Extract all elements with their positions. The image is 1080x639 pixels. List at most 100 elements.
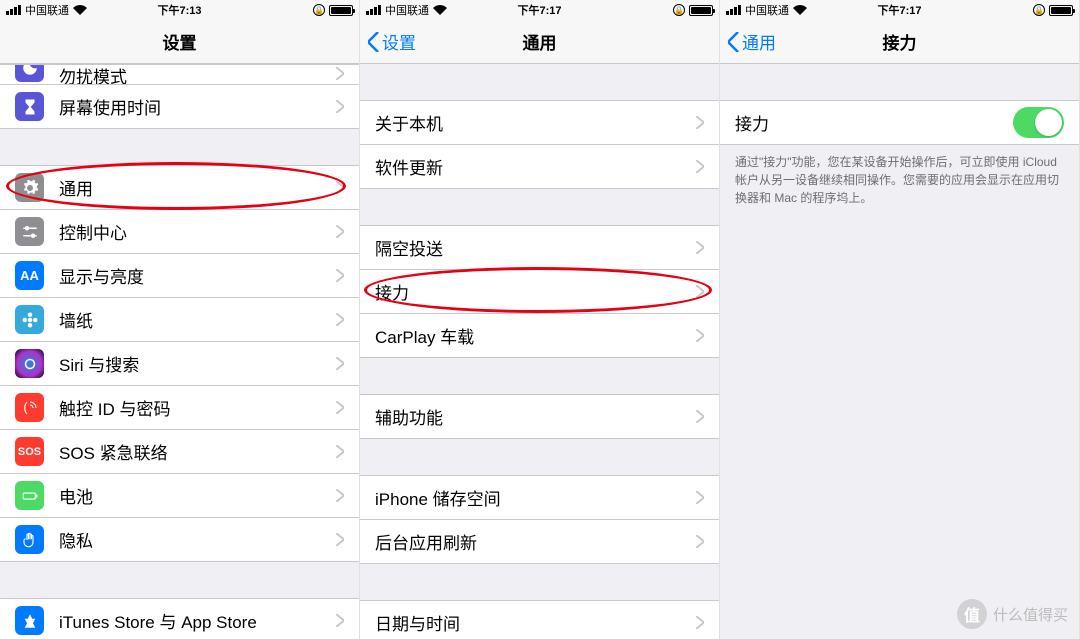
row-label: 日期与时间 [375, 610, 696, 635]
chevron-right-icon [696, 616, 704, 629]
chevron-left-icon [368, 32, 380, 52]
chevron-right-icon [336, 67, 344, 80]
row-label: 关于本机 [375, 110, 696, 135]
status-time: 下午7:17 [360, 2, 719, 18]
settings-row-touchid[interactable]: 触控 ID 与密码 [0, 386, 359, 430]
status-bar: 中国联通 下午7:17 🔒 [720, 0, 1079, 20]
flower-icon [21, 311, 39, 329]
settings-row-display[interactable]: AA 显示与亮度 [0, 254, 359, 298]
chevron-right-icon [336, 445, 344, 458]
row-label: 辅助功能 [375, 404, 696, 429]
row-label: 显示与亮度 [59, 263, 336, 288]
row-label: 触控 ID 与密码 [59, 395, 336, 420]
battery-icon [689, 5, 713, 16]
settings-row-appstore[interactable]: iTunes Store 与 App Store [0, 599, 359, 639]
row-label: 接力 [375, 279, 696, 304]
chevron-left-icon [728, 32, 740, 52]
settings-row-wallpaper[interactable]: 墙纸 [0, 298, 359, 342]
row-label: 接力 [735, 110, 1013, 135]
chevron-right-icon [336, 181, 344, 194]
status-time: 下午7:13 [0, 2, 359, 18]
chevron-right-icon [336, 269, 344, 282]
settings-row-control-center[interactable]: 控制中心 [0, 210, 359, 254]
battery-icon [21, 487, 39, 505]
watermark: 值 什么值得买 [957, 599, 1068, 629]
back-label: 设置 [382, 29, 416, 54]
row-label: 后台应用刷新 [375, 529, 696, 554]
chevron-right-icon [336, 225, 344, 238]
aa-icon: AA [15, 261, 44, 290]
settings-row-sos[interactable]: SOS SOS 紧急联络 [0, 430, 359, 474]
chevron-right-icon [696, 160, 704, 173]
chevron-right-icon [696, 285, 704, 298]
handoff-toggle-row[interactable]: 接力 [720, 101, 1079, 145]
battery-icon [1049, 5, 1073, 16]
row-label: 隔空投送 [375, 235, 696, 260]
row-label: CarPlay 车载 [375, 323, 696, 348]
chevron-right-icon [696, 116, 704, 129]
status-bar: 中国联通 下午7:17 🔒 [360, 0, 719, 20]
row-label: 隐私 [59, 527, 336, 552]
gear-icon [21, 179, 39, 197]
sos-icon: SOS [15, 437, 44, 466]
row-label: iTunes Store 与 App Store [59, 608, 336, 633]
general-row-about[interactable]: 关于本机 [360, 101, 719, 145]
row-label: 控制中心 [59, 219, 336, 244]
general-row-handoff[interactable]: 接力 [360, 270, 719, 314]
general-row-carplay[interactable]: CarPlay 车载 [360, 314, 719, 358]
general-row-software-update[interactable]: 软件更新 [360, 145, 719, 189]
settings-row-screentime[interactable]: 屏幕使用时间 [0, 85, 359, 129]
status-bar: 中国联通 下午7:13 🔒 [0, 0, 359, 20]
siri-icon [21, 355, 39, 373]
chevron-right-icon [696, 491, 704, 504]
row-label: iPhone 储存空间 [375, 485, 696, 510]
chevron-right-icon [696, 535, 704, 548]
moon-icon [21, 65, 39, 77]
settings-row-general[interactable]: 通用 [0, 166, 359, 210]
row-label: 墙纸 [59, 307, 336, 332]
fingerprint-icon [21, 399, 39, 417]
handoff-content: 接力 通过"接力"功能，您在某设备开始操作后，可立即使用 iCloud 帐户从另… [720, 64, 1079, 639]
back-label: 通用 [742, 29, 776, 54]
settings-row-battery[interactable]: 电池 [0, 474, 359, 518]
chevron-right-icon [336, 357, 344, 370]
nav-bar: 设置 [0, 20, 359, 64]
general-row-storage[interactable]: iPhone 储存空间 [360, 476, 719, 520]
chevron-right-icon [696, 410, 704, 423]
chevron-right-icon [336, 401, 344, 414]
nav-title: 设置 [0, 29, 359, 54]
general-row-background-refresh[interactable]: 后台应用刷新 [360, 520, 719, 564]
chevron-right-icon [696, 241, 704, 254]
battery-icon [329, 5, 353, 16]
row-label: 软件更新 [375, 154, 696, 179]
general-row-accessibility[interactable]: 辅助功能 [360, 395, 719, 439]
general-row-airdrop[interactable]: 隔空投送 [360, 226, 719, 270]
hourglass-icon [21, 98, 39, 116]
back-button[interactable]: 通用 [728, 29, 776, 54]
general-list[interactable]: 关于本机 软件更新 隔空投送 接力 CarPlay 车载 [360, 64, 719, 639]
settings-list[interactable]: 勿扰模式 屏幕使用时间 通用 控制中心 AA [0, 64, 359, 639]
row-label: Siri 与搜索 [59, 351, 336, 376]
back-button[interactable]: 设置 [368, 29, 416, 54]
chevron-right-icon [336, 614, 344, 627]
handoff-toggle[interactable] [1013, 107, 1064, 138]
nav-bar: 通用 接力 [720, 20, 1079, 64]
general-row-date-time[interactable]: 日期与时间 [360, 601, 719, 639]
status-time: 下午7:17 [720, 2, 1079, 18]
appstore-icon [21, 612, 39, 630]
chevron-right-icon [336, 100, 344, 113]
hand-icon [21, 531, 39, 549]
row-label: 勿扰模式 [59, 65, 336, 85]
row-label: 电池 [59, 483, 336, 508]
settings-row-dnd[interactable]: 勿扰模式 [0, 65, 359, 85]
watermark-logo: 值 [957, 599, 987, 629]
watermark-text: 什么值得买 [993, 604, 1068, 625]
settings-row-privacy[interactable]: 隐私 [0, 518, 359, 562]
screen-settings: 中国联通 下午7:13 🔒 设置 勿扰模式 屏幕使用时间 [0, 0, 360, 639]
chevron-right-icon [696, 329, 704, 342]
handoff-description: 通过"接力"功能，您在某设备开始操作后，可立即使用 iCloud 帐户从另一设备… [720, 145, 1079, 207]
sliders-icon [21, 223, 39, 241]
screen-general: 中国联通 下午7:17 🔒 设置 通用 关于本机 软件更新 [360, 0, 720, 639]
settings-row-siri[interactable]: Siri 与搜索 [0, 342, 359, 386]
chevron-right-icon [336, 489, 344, 502]
